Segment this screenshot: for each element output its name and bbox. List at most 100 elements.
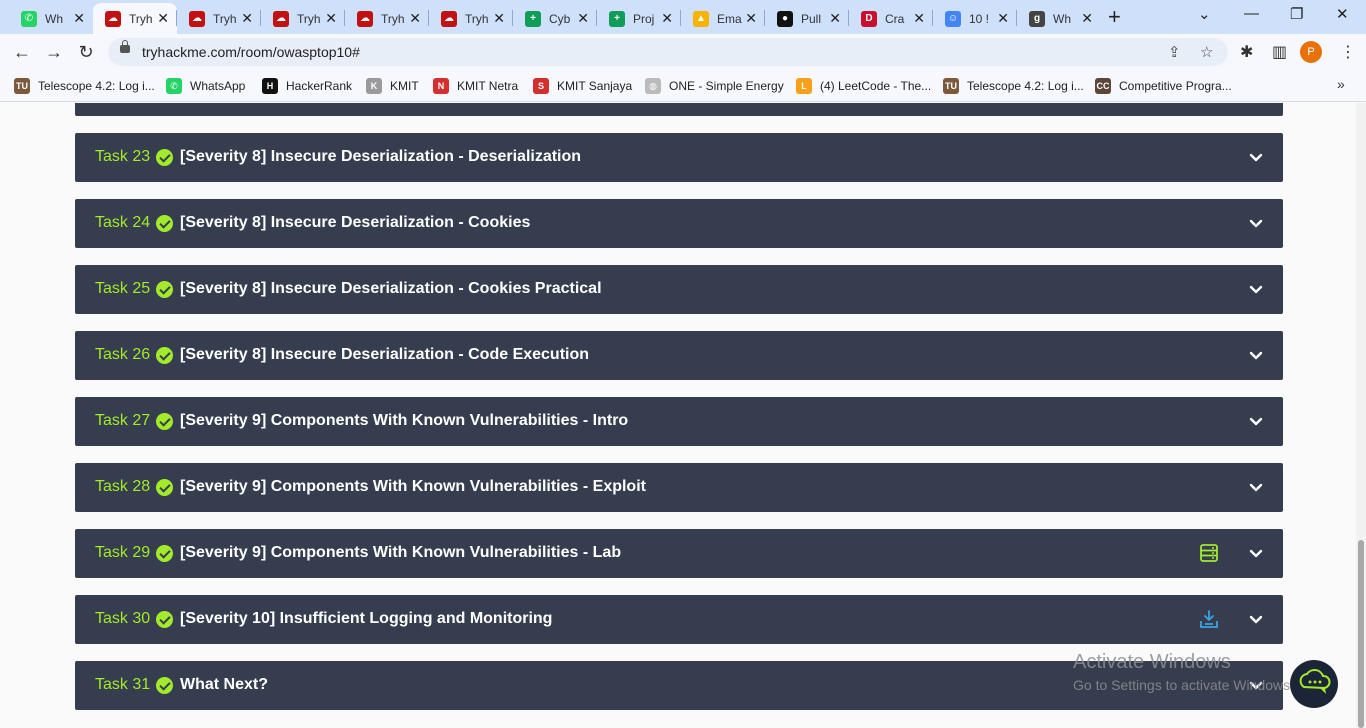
- address-bar[interactable]: tryhackme.com/room/owasptop10# ⇪ ☆: [108, 38, 1228, 66]
- chevron-down-icon[interactable]: [1249, 613, 1263, 627]
- browser-tab[interactable]: ☁ Tryh ✕: [93, 3, 177, 34]
- tab-separator: [428, 10, 429, 26]
- tab-close-icon[interactable]: ✕: [577, 11, 589, 25]
- kmit-netra-icon: N: [433, 78, 449, 94]
- browser-tab[interactable]: ☁ Tryh ✕: [261, 3, 345, 34]
- new-tab-button[interactable]: +: [1108, 6, 1121, 28]
- browser-tab[interactable]: ☺ 10 ! ✕: [933, 3, 1017, 34]
- url-text[interactable]: tryhackme.com/room/owasptop10#: [142, 44, 360, 60]
- browser-tab[interactable]: ✆ Wh ✕: [9, 3, 93, 34]
- browser-tab[interactable]: D Cra ✕: [849, 3, 933, 34]
- tab-close-icon[interactable]: ✕: [73, 11, 85, 25]
- back-button[interactable]: ←: [10, 40, 34, 64]
- tab-close-icon[interactable]: ✕: [493, 11, 505, 25]
- server-icon[interactable]: [1199, 543, 1219, 563]
- chevron-down-icon[interactable]: [1249, 481, 1263, 495]
- browser-menu-icon[interactable]: ⋮: [1340, 42, 1356, 62]
- reload-button[interactable]: ↻: [74, 40, 98, 64]
- bookmark-item[interactable]: TU Telescope 4.2: Log i...: [943, 77, 1084, 95]
- browser-tab[interactable]: + Proj ✕: [597, 3, 681, 34]
- tryhackme-icon: ☁: [189, 10, 205, 27]
- browser-tab[interactable]: ● Pull ✕: [765, 3, 849, 34]
- tab-close-icon[interactable]: ✕: [241, 11, 253, 25]
- bookmark-label: KMIT Sanjaya: [557, 79, 633, 93]
- task-header[interactable]: Task 24 [Severity 8] Insecure Deserializa…: [75, 199, 1283, 248]
- tab-close-icon[interactable]: ✕: [661, 11, 673, 25]
- tab-search-icon[interactable]: ⌄: [1198, 5, 1211, 23]
- tab-title: Tryh: [213, 11, 237, 26]
- tryhackme-icon: ☁: [105, 10, 121, 27]
- restore-button[interactable]: ❐: [1290, 5, 1303, 23]
- bookmark-label: Telescope 4.2: Log i...: [967, 79, 1084, 93]
- chat-support-button[interactable]: [1290, 660, 1338, 708]
- tab-separator: [344, 10, 345, 26]
- side-panel-icon[interactable]: ▥: [1272, 42, 1287, 62]
- task-header[interactable]: Task 30 [Severity 10] Insufficient Loggin…: [75, 595, 1283, 644]
- activate-windows-watermark: Activate Windows Go to Settings to activ…: [1073, 651, 1294, 693]
- task-header[interactable]: Task 25 [Severity 8] Insecure Deserializa…: [75, 265, 1283, 314]
- browser-toolbar: ← → ↻ tryhackme.com/room/owasptop10# ⇪ ☆…: [0, 34, 1366, 70]
- task-title: What Next?: [180, 676, 268, 693]
- bookmark-item[interactable]: H HackerRank: [262, 77, 352, 95]
- lock-icon[interactable]: [120, 40, 130, 53]
- close-window-button[interactable]: ✕: [1336, 5, 1349, 23]
- tab-close-icon[interactable]: ✕: [157, 11, 169, 25]
- download-icon[interactable]: [1199, 609, 1219, 629]
- bookmark-label: (4) LeetCode - The...: [820, 79, 932, 93]
- tab-close-icon[interactable]: ✕: [409, 11, 421, 25]
- bookmark-label: HackerRank: [286, 79, 353, 93]
- tab-close-icon[interactable]: ✕: [325, 11, 337, 25]
- forward-button[interactable]: →: [42, 40, 66, 64]
- browser-tab[interactable]: ☁ Tryh ✕: [429, 3, 513, 34]
- chevron-down-icon[interactable]: [1249, 283, 1263, 297]
- task-header[interactable]: Task 28 [Severity 9] Components With Know…: [75, 463, 1283, 512]
- bookmark-item[interactable]: CC Competitive Progra...: [1095, 77, 1232, 95]
- bookmark-item[interactable]: ◍ ONE - Simple Energy: [645, 77, 784, 95]
- scrollbar-thumb[interactable]: [1358, 540, 1364, 728]
- extensions-icon[interactable]: ✱: [1240, 42, 1253, 62]
- tab-close-icon[interactable]: ✕: [1081, 11, 1093, 25]
- tab-separator: [764, 10, 765, 26]
- google-sheets-icon: +: [609, 10, 625, 27]
- browser-tab[interactable]: ☁ Tryh ✕: [177, 3, 261, 34]
- g-icon: g: [1029, 10, 1045, 27]
- tab-close-icon[interactable]: ✕: [997, 11, 1009, 25]
- whatsapp-icon: ✆: [166, 78, 182, 94]
- bookmark-star-icon[interactable]: ☆: [1200, 43, 1213, 61]
- chevron-down-icon[interactable]: [1249, 415, 1263, 429]
- tab-title: 10 !: [969, 11, 990, 26]
- browser-tab[interactable]: ☁ Tryh ✕: [345, 3, 429, 34]
- task-number: Task 30: [95, 610, 151, 627]
- tab-close-icon[interactable]: ✕: [913, 11, 925, 25]
- bookmark-item[interactable]: K KMIT: [366, 77, 419, 95]
- chevron-down-icon[interactable]: [1249, 547, 1263, 561]
- browser-tab[interactable]: + Cyb ✕: [513, 3, 597, 34]
- browser-tab[interactable]: ▲ Ema ✕: [681, 3, 765, 34]
- bookmarks-overflow-icon[interactable]: »: [1337, 76, 1345, 92]
- bookmark-item[interactable]: L (4) LeetCode - The...: [796, 77, 931, 95]
- github-icon: ●: [777, 10, 793, 27]
- tab-close-icon[interactable]: ✕: [829, 11, 841, 25]
- bookmark-item[interactable]: S KMIT Sanjaya: [533, 77, 632, 95]
- tab-close-icon[interactable]: ✕: [745, 11, 757, 25]
- minimize-button[interactable]: —: [1244, 5, 1259, 22]
- bookmark-item[interactable]: TU Telescope 4.2: Log i...: [14, 77, 155, 95]
- chevron-down-icon[interactable]: [1249, 217, 1263, 231]
- tab-separator: [260, 10, 261, 26]
- profile-avatar[interactable]: P: [1300, 41, 1322, 63]
- page-scrollbar[interactable]: [1356, 103, 1366, 728]
- task-header[interactable]: Task 26 [Severity 8] Insecure Deserializa…: [75, 331, 1283, 380]
- task-header-partial[interactable]: [75, 103, 1283, 116]
- task-number: Task 27: [95, 412, 151, 429]
- chevron-down-icon[interactable]: [1249, 349, 1263, 363]
- task-header[interactable]: Task 27 [Severity 9] Components With Know…: [75, 397, 1283, 446]
- share-icon[interactable]: ⇪: [1168, 43, 1181, 61]
- bookmark-item[interactable]: ✆ WhatsApp: [166, 77, 245, 95]
- task-header[interactable]: Task 23 [Severity 8] Insecure Deserializa…: [75, 133, 1283, 182]
- task-header[interactable]: Task 29 [Severity 9] Components With Know…: [75, 529, 1283, 578]
- browser-tab[interactable]: g Wh ✕: [1017, 3, 1101, 34]
- bookmark-item[interactable]: N KMIT Netra: [433, 77, 518, 95]
- browser-tab-strip: + ⌄ — ❐ ✕ ✆ Wh ✕ ☁ Tryh ✕ ☁ Tryh ✕ ☁ Tryh ✕ ☁ Tryh ✕ ☁ T…: [0, 0, 1366, 34]
- tab-separator: [1016, 10, 1017, 26]
- chevron-down-icon[interactable]: [1249, 151, 1263, 165]
